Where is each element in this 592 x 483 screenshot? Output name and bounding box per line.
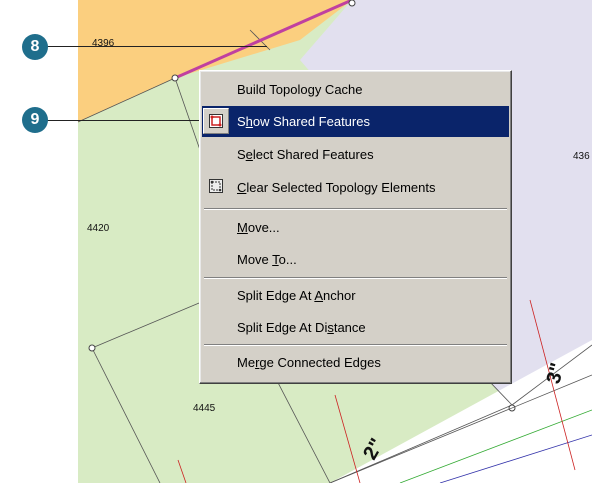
menu-item-build-topology-cache[interactable]: Build Topology Cache (202, 74, 509, 105)
parcel-label-4420: 4420 (87, 223, 110, 234)
menu-item-label: Move... (237, 220, 280, 235)
menu-item-clear-selected-topology-elements[interactable]: Clear Selected Topology Elements (202, 172, 509, 203)
menu-item-label: Show Shared Features (237, 114, 370, 129)
menu-item-split-edge-at-distance[interactable]: Split Edge At Distance (202, 312, 509, 343)
menu-separator (204, 208, 507, 210)
menu-item-select-shared-features[interactable]: Select Shared Features (202, 139, 509, 170)
menu-item-merge-connected-edges[interactable]: Merge Connected Edges (202, 347, 509, 378)
menu-item-move[interactable]: Move... (202, 212, 509, 243)
parcel-label-4445: 4445 (193, 403, 216, 414)
menu-separator (204, 344, 507, 346)
callout-8: 8 (22, 34, 48, 60)
callout-9: 9 (22, 107, 48, 133)
menu-item-show-shared-features[interactable]: Show Shared Features (202, 106, 509, 137)
menu-item-label: Merge Connected Edges (237, 355, 381, 370)
context-menu: Build Topology Cache Show Shared Feature… (199, 70, 512, 384)
menu-item-split-edge-at-anchor[interactable]: Split Edge At Anchor (202, 280, 509, 311)
menu-item-label: Move To... (237, 252, 297, 267)
callout-line-9 (35, 120, 203, 121)
shared-features-icon (209, 114, 223, 128)
menu-item-label: Split Edge At Distance (237, 320, 366, 335)
menu-item-label: Clear Selected Topology Elements (237, 180, 436, 195)
parcel-label-436: 436 (573, 151, 590, 162)
menu-separator (204, 277, 507, 279)
menu-item-label: Select Shared Features (237, 147, 374, 162)
menu-item-label: Split Edge At Anchor (237, 288, 356, 303)
callout-line-8 (35, 46, 267, 47)
menu-item-label: Build Topology Cache (237, 82, 363, 97)
icon-frame (203, 108, 229, 134)
clear-topology-icon (209, 179, 223, 193)
menu-item-move-to[interactable]: Move To... (202, 244, 509, 275)
parcel-label-4396: 4396 (92, 38, 115, 49)
